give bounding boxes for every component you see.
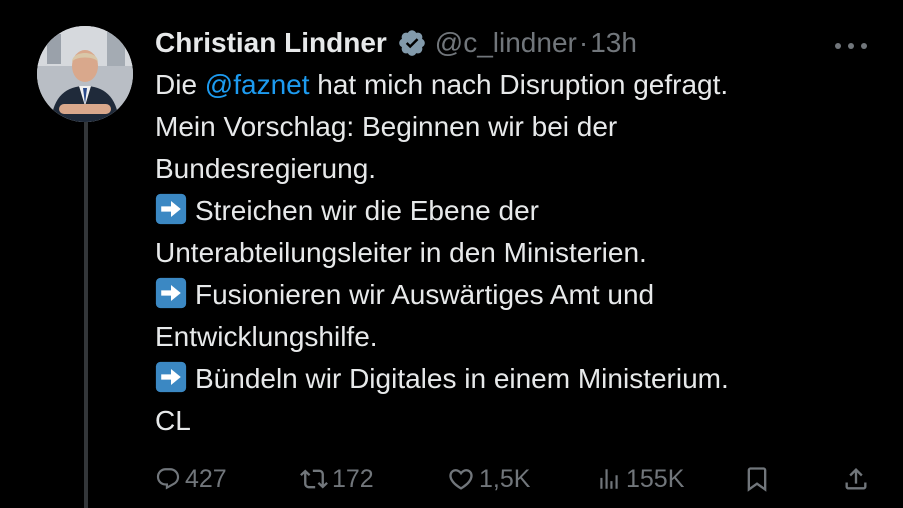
tweet-line-8: Bündeln wir Digitales in einem Ministeri… [155, 358, 875, 400]
author-handle[interactable]: @c_lindner [435, 27, 577, 59]
more-icon[interactable] [833, 38, 869, 49]
tweet[interactable]: Christian Lindner @c_lindner · 13h Die @… [0, 0, 903, 508]
tweet-header: Christian Lindner @c_lindner · 13h [155, 24, 637, 62]
repost-count: 172 [332, 464, 374, 493]
tweet-line-2: Mein Vorschlag: Beginnen wir bei der [155, 111, 618, 142]
tweet-line-6-text: Fusionieren wir Auswärtiges Amt und [195, 279, 655, 310]
views-icon [600, 469, 618, 489]
bookmark-button[interactable] [743, 458, 771, 500]
tweet-text: Die @faznet hat mich nach Disruption gef… [155, 64, 875, 442]
like-icon [449, 469, 473, 490]
share-icon [845, 468, 867, 490]
right-arrow-emoji-icon [155, 193, 187, 225]
reply-count: 427 [185, 464, 227, 493]
tweet-line-1-prefix: Die [155, 69, 205, 100]
tweet-line-1-suffix: hat mich nach Disruption gefragt. [309, 69, 729, 100]
avatar-photo [37, 26, 133, 122]
tweet-line-7: Entwicklungshilfe. [155, 321, 378, 352]
verified-badge-icon[interactable] [397, 28, 427, 58]
views-button[interactable]: 155K [596, 458, 684, 500]
like-count: 1,5K [479, 464, 531, 493]
repost-button[interactable]: 172 [300, 458, 374, 500]
right-arrow-emoji-icon [155, 361, 187, 393]
tweet-line-4-text: Streichen wir die Ebene der [195, 195, 539, 226]
tweet-line-3: Bundesregierung. [155, 153, 377, 184]
tweet-line-1: Die @faznet hat mich nach Disruption gef… [155, 64, 875, 106]
avatar[interactable] [37, 26, 133, 122]
tweet-line-9: CL [155, 405, 191, 436]
mention-link[interactable]: @faznet [205, 69, 310, 100]
views-count: 155K [626, 464, 685, 493]
bookmark-icon [747, 467, 767, 492]
repost-icon [300, 469, 328, 489]
reply-button[interactable]: 427 [155, 458, 227, 500]
share-button[interactable] [842, 458, 870, 500]
tweet-line-6: Fusionieren wir Auswärtiges Amt und [155, 274, 875, 316]
like-button[interactable]: 1,5K [447, 458, 530, 500]
tweet-line-4: Streichen wir die Ebene der [155, 190, 875, 232]
right-arrow-emoji-icon [155, 277, 187, 309]
thread-line [84, 120, 88, 508]
author-name[interactable]: Christian Lindner [155, 27, 387, 59]
action-bar: 427 172 1,5K 155K [0, 458, 903, 500]
reply-icon [156, 468, 180, 490]
tweet-line-8-text: Bündeln wir Digitales in einem Ministeri… [195, 363, 729, 394]
tweet-line-5: Unterabteilungsleiter in den Ministerien… [155, 237, 647, 268]
tweet-timestamp[interactable]: 13h [590, 27, 637, 59]
header-separator: · [578, 27, 589, 58]
